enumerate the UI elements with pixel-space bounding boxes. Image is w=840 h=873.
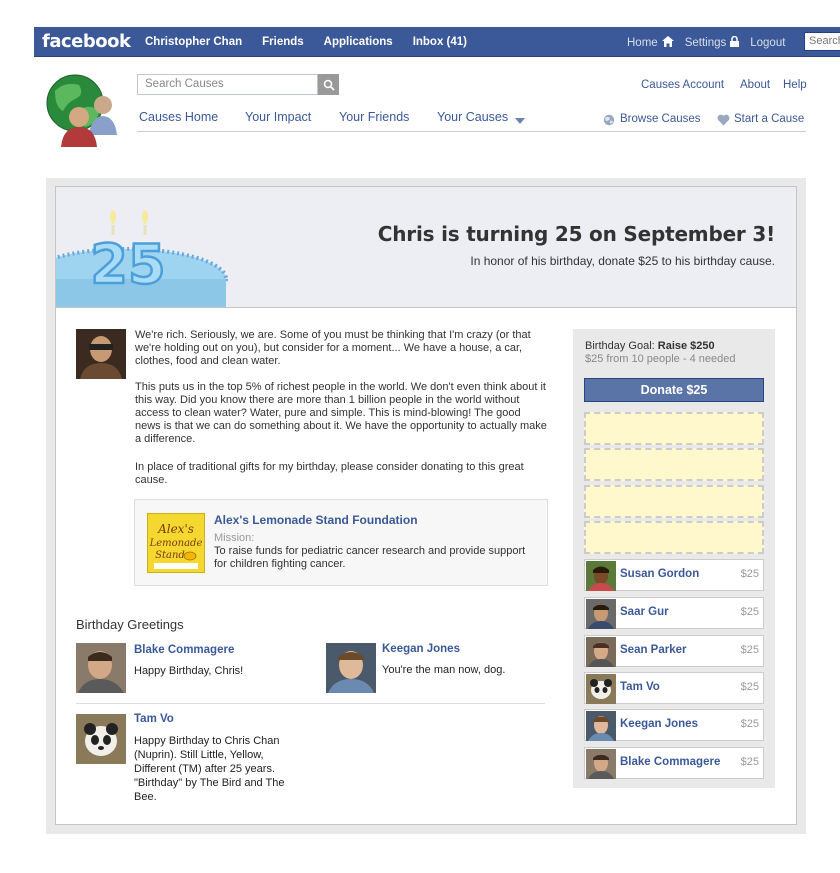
message-paragraph-2: This puts us in the top 5% of richest pe…	[135, 381, 547, 445]
message-paragraph-1: We're rich. Seriously, we are. Some of y…	[135, 329, 531, 367]
greeting-author-link[interactable]: Blake Commagere	[134, 644, 234, 656]
donor-amount: $25	[740, 568, 759, 580]
avatar[interactable]	[586, 561, 616, 591]
nav-friends-link[interactable]: Friends	[262, 36, 304, 48]
settings-link[interactable]: Settings	[685, 37, 727, 49]
avatar[interactable]	[76, 714, 126, 764]
search-icon	[323, 79, 335, 91]
causes-account-link[interactable]: Causes Account	[641, 79, 724, 91]
home-link[interactable]: Home	[627, 37, 658, 49]
greeting-author-link[interactable]: Keegan Jones	[382, 643, 460, 655]
donor-row[interactable]: Sean Parker $25	[584, 635, 764, 667]
logout-link[interactable]: Logout	[750, 37, 785, 49]
avatar[interactable]	[586, 674, 616, 704]
birthday-greetings-heading: Birthday Greetings	[76, 617, 184, 632]
top-right-links: Home Settings Logout	[627, 35, 789, 50]
browse-causes-link[interactable]: Browse Causes	[620, 113, 701, 125]
goal-progress: $25 from 10 people - 4 needed	[585, 353, 736, 365]
facebook-logo[interactable]: facebook	[42, 31, 131, 52]
birthday-headline: Chris is turning 25 on September 3!	[377, 222, 775, 246]
donor-amount: $25	[740, 718, 759, 730]
cake-number-25: 25	[90, 233, 165, 296]
tab-causes-home[interactable]: Causes Home	[139, 110, 218, 124]
greeting-message: Happy Birthday to Chris Chan (Nuprin). S…	[134, 735, 285, 803]
causes-search-button[interactable]	[318, 74, 339, 95]
donor-row[interactable]: Saar Gur $25	[584, 597, 764, 629]
greeting-author-link[interactable]: Tam Vo	[134, 713, 174, 725]
mission-label: Mission:	[214, 532, 255, 544]
lock-icon	[730, 35, 740, 50]
donor-name-link[interactable]: Keegan Jones	[620, 718, 698, 730]
donor-row[interactable]: Keegan Jones $25	[584, 709, 764, 741]
empty-donor-slot[interactable]	[584, 412, 764, 445]
donor-name-link[interactable]: Susan Gordon	[620, 568, 699, 580]
nav-inbox-link[interactable]: Inbox (41)	[413, 36, 467, 48]
causes-logo-icon[interactable]	[45, 73, 123, 147]
greeting-message: You're the man now, dog.	[382, 664, 506, 676]
donor-name-link[interactable]: Tam Vo	[620, 681, 660, 693]
causes-search-input[interactable]: Search Causes	[137, 74, 318, 95]
birthday-subline: In honor of his birthday, donate $25 to …	[470, 254, 775, 268]
birthday-banner: 25 Chris is turning 25 on September 3! I…	[56, 187, 796, 308]
avatar[interactable]	[326, 643, 376, 693]
avatar[interactable]	[76, 643, 126, 693]
message-paragraph-3: In place of traditional gifts for my bir…	[135, 461, 524, 486]
tab-your-causes[interactable]: Your Causes	[437, 110, 508, 124]
avatar[interactable]	[586, 711, 616, 741]
greetings-divider	[76, 703, 545, 704]
heart-icon	[717, 114, 730, 129]
birthday-goal: Birthday Goal: Raise $250	[585, 340, 715, 352]
donor-amount: $25	[740, 756, 759, 768]
top-navigation-bar: facebook Christopher Chan Friends Applic…	[34, 27, 840, 57]
tab-your-friends[interactable]: Your Friends	[339, 110, 409, 124]
goal-amount: Raise $250	[657, 340, 715, 352]
donor-name-link[interactable]: Blake Commagere	[620, 756, 720, 768]
empty-donor-slot[interactable]	[584, 485, 764, 518]
help-link[interactable]: Help	[783, 79, 807, 91]
home-icon[interactable]	[661, 36, 674, 50]
top-nav: Christopher Chan Friends Applications In…	[145, 36, 487, 48]
about-link[interactable]: About	[740, 79, 770, 91]
avatar[interactable]	[586, 599, 616, 629]
chevron-down-icon[interactable]	[515, 113, 525, 127]
mission-text: To raise funds for pediatric cancer rese…	[214, 545, 526, 570]
donor-row[interactable]: Blake Commagere $25	[584, 747, 764, 779]
avatar[interactable]	[586, 749, 616, 779]
svg-text:Alex's: Alex's	[157, 522, 194, 536]
donor-row[interactable]: Susan Gordon $25	[584, 559, 764, 591]
donor-amount: $25	[740, 681, 759, 693]
avatar[interactable]	[586, 637, 616, 667]
donate-button[interactable]: Donate $25	[584, 378, 764, 402]
svg-text:Lemonade: Lemonade	[149, 538, 203, 549]
empty-donor-slot[interactable]	[584, 448, 764, 481]
organization-name-link[interactable]: Alex's Lemonade Stand Foundation	[214, 513, 418, 527]
tab-your-impact[interactable]: Your Impact	[245, 110, 311, 124]
top-search-input[interactable]: Search	[804, 32, 840, 51]
nav-profile-link[interactable]: Christopher Chan	[145, 36, 242, 48]
donor-name-link[interactable]: Sean Parker	[620, 644, 687, 656]
donor-row[interactable]: Tam Vo $25	[584, 672, 764, 704]
donor-amount: $25	[740, 644, 759, 656]
lemonade-stand-logo-art: Alex's Lemonade Stand	[148, 514, 204, 572]
start-cause-link[interactable]: Start a Cause	[734, 113, 804, 125]
empty-donor-slot[interactable]	[584, 521, 764, 554]
avatar[interactable]	[76, 329, 126, 379]
causes-nav-divider	[137, 131, 806, 132]
goal-label: Birthday Goal:	[585, 340, 655, 352]
greeting-message: Happy Birthday, Chris!	[134, 665, 244, 677]
globe-icon	[603, 114, 615, 129]
donor-amount: $25	[740, 606, 759, 618]
svg-text:Stand: Stand	[155, 550, 185, 561]
nav-applications-link[interactable]: Applications	[324, 36, 393, 48]
lemonade-stand-logo[interactable]: Alex's Lemonade Stand	[147, 513, 205, 573]
donor-name-link[interactable]: Saar Gur	[620, 606, 669, 618]
cause-organization-card: Alex's Lemonade Stand Alex's Lemonade St…	[134, 499, 548, 586]
birthday-cake-image: 25	[56, 210, 228, 307]
